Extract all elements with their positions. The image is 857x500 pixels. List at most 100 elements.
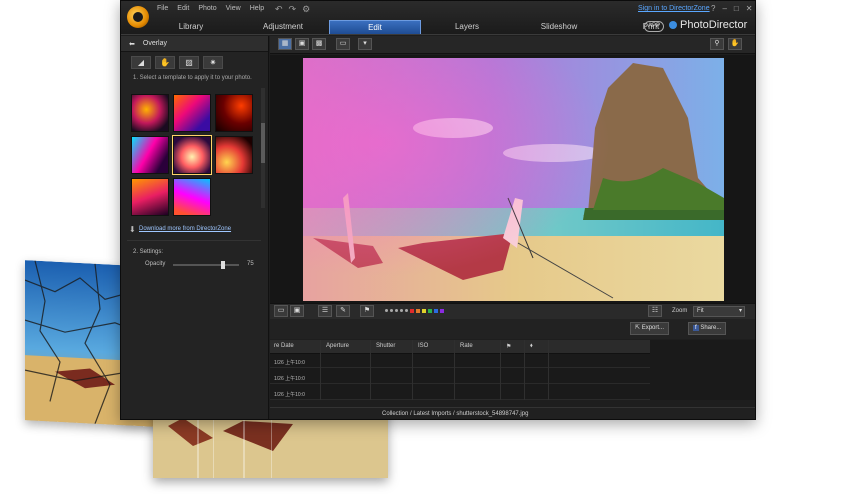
help-icon[interactable]: ?: [711, 4, 715, 13]
overlay-tool-icon[interactable]: ✷: [203, 56, 223, 69]
monitor-icon[interactable]: ▭: [336, 38, 350, 50]
brand-icon: [669, 21, 677, 29]
redo-icon[interactable]: ↷: [289, 4, 297, 15]
template-thumb[interactable]: [131, 178, 169, 216]
tab-library[interactable]: Library: [145, 20, 237, 34]
column-divider: [500, 340, 501, 400]
rating-dot[interactable]: [405, 309, 408, 312]
row-date: 1/26 上午10:0: [274, 376, 305, 382]
share-icon: f: [693, 325, 699, 331]
menu-view[interactable]: View: [226, 5, 241, 12]
brush-tool-icon[interactable]: ✋: [155, 56, 175, 69]
column-shutter[interactable]: Shutter: [376, 343, 395, 349]
back-arrow-icon[interactable]: ⬅: [129, 40, 135, 48]
template-thumb[interactable]: [131, 94, 169, 132]
menu-help[interactable]: Help: [250, 5, 264, 12]
action-bar: ⇱ Export... f Share...: [270, 319, 755, 339]
color-label-red[interactable]: [410, 309, 414, 313]
share-button[interactable]: f Share...: [688, 322, 727, 335]
sort-icon[interactable]: ☰: [318, 305, 332, 317]
column-aperture[interactable]: Aperture: [326, 343, 349, 349]
zoom-label: Zoom: [672, 308, 688, 314]
column-flag-icon[interactable]: ⚑: [506, 343, 511, 350]
column-iso[interactable]: ISO: [418, 343, 428, 349]
export-button[interactable]: ⇱ Export...: [630, 322, 670, 335]
tab-edit[interactable]: Edit: [329, 20, 421, 34]
opacity-slider-knob[interactable]: [220, 261, 225, 269]
template-thumb-selected[interactable]: [172, 135, 212, 175]
menu-edit[interactable]: Edit: [177, 5, 189, 12]
compare-view-icon[interactable]: ▦: [278, 38, 292, 50]
photodirector-window: File Edit Photo View Help ↶ ↷ ⚙ Sign in …: [120, 0, 756, 420]
zoom-select[interactable]: Fit ▾: [693, 306, 745, 317]
gradient-tool-icon[interactable]: ◢: [131, 56, 151, 69]
color-label-yellow[interactable]: [422, 309, 426, 313]
gear-icon[interactable]: ⚙: [302, 4, 310, 15]
template-scrollbar[interactable]: [261, 88, 265, 208]
rating-dot[interactable]: [400, 309, 403, 312]
zoom-value: Fit: [697, 308, 704, 314]
column-rate[interactable]: Rate: [460, 343, 473, 349]
panel-header: ⬅ Overlay: [121, 36, 268, 52]
zoom-tool-icon[interactable]: ⚲: [710, 38, 724, 50]
list-view-icon[interactable]: ☷: [648, 305, 662, 317]
overlay-panel: ⬅ Overlay ◢ ✋ ▨ ✷ 1. Select a template t…: [121, 36, 269, 419]
opacity-label: Opacity: [145, 261, 166, 267]
color-label-green[interactable]: [428, 309, 432, 313]
panel-title: Overlay: [142, 40, 167, 47]
main-photo[interactable]: [303, 58, 724, 301]
close-icon[interactable]: ✕: [746, 4, 753, 13]
template-thumb[interactable]: [131, 136, 169, 174]
share-label: Share...: [700, 325, 722, 331]
menu-bar: File Edit Photo View Help: [157, 5, 264, 12]
template-thumb[interactable]: [215, 94, 253, 132]
brush-icon[interactable]: ✎: [336, 305, 350, 317]
projector-icon[interactable]: ▾: [358, 38, 372, 50]
grid-view-icon[interactable]: ▩: [312, 38, 326, 50]
menu-photo[interactable]: Photo: [198, 5, 216, 12]
flag-icon[interactable]: ⚑: [360, 305, 374, 317]
template-grid: [129, 92, 259, 222]
window-controls: ? – □ ✕: [711, 4, 752, 13]
table-row[interactable]: 1/26 上午10:0: [270, 356, 650, 368]
table-row[interactable]: 1/26 上午10:0: [270, 388, 650, 400]
color-label-purple[interactable]: [440, 309, 444, 313]
column-divider: [524, 340, 525, 400]
rating-dot[interactable]: [390, 309, 393, 312]
column-tag-icon[interactable]: ⬧: [530, 343, 533, 350]
maximize-icon[interactable]: □: [734, 4, 739, 13]
download-icon: ⬇: [129, 225, 136, 234]
hand-tool-icon[interactable]: ✋: [728, 38, 742, 50]
single-view-icon[interactable]: ▣: [295, 38, 309, 50]
chevron-down-icon: ▾: [738, 308, 742, 314]
tab-adjustment[interactable]: Adjustment: [237, 20, 329, 34]
template-thumb[interactable]: [173, 94, 211, 132]
tab-layers[interactable]: Layers: [421, 20, 513, 34]
module-tabs: Library Adjustment Edit Layers Slideshow…: [145, 20, 697, 34]
color-label-orange[interactable]: [416, 309, 420, 313]
undo-icon[interactable]: ↶: [275, 4, 283, 15]
column-divider: [320, 340, 321, 400]
rating-dot[interactable]: [385, 309, 388, 312]
opacity-slider[interactable]: [173, 261, 239, 269]
color-label-blue[interactable]: [434, 309, 438, 313]
tab-slideshow[interactable]: Slideshow: [513, 20, 605, 34]
rating-dot[interactable]: [395, 309, 398, 312]
metadata-table: re Date Aperture Shutter ISO Rate ⚑ ⬧ 1/…: [270, 340, 755, 400]
split-panel-icon[interactable]: ▣: [290, 305, 304, 317]
row-date: 1/26 上午10:0: [274, 360, 305, 366]
minimize-icon[interactable]: –: [722, 4, 726, 13]
export-icon: ⇱: [635, 325, 641, 331]
download-more-link[interactable]: Download more from DirectorZone: [139, 226, 231, 232]
menu-file[interactable]: File: [157, 5, 168, 12]
column-divider: [548, 340, 549, 400]
template-thumb[interactable]: [215, 136, 253, 174]
app-badge[interactable]: APP: [644, 21, 665, 32]
radial-tool-icon[interactable]: ▨: [179, 56, 199, 69]
column-date[interactable]: re Date: [274, 343, 294, 349]
table-row[interactable]: 1/26 上午10:0: [270, 372, 650, 384]
template-thumb[interactable]: [173, 178, 211, 216]
settings-heading: 2. Settings:: [133, 249, 164, 255]
signin-link[interactable]: Sign in to DirectorZone: [638, 5, 710, 12]
single-panel-icon[interactable]: ▭: [274, 305, 288, 317]
